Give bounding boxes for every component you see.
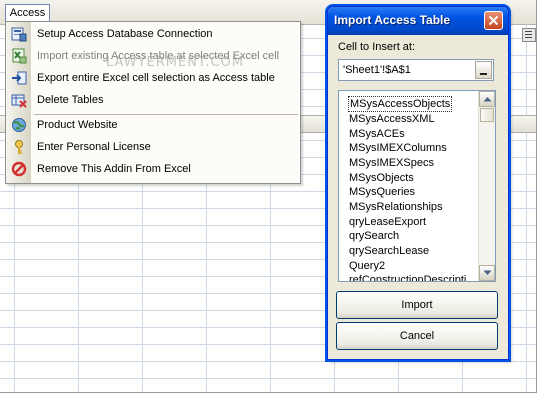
list-item[interactable]: refConstructionDescripti bbox=[349, 273, 466, 281]
list-item[interactable]: qrySearchLease bbox=[349, 244, 429, 258]
key-icon bbox=[15, 140, 23, 154]
delete-tables-icon bbox=[11, 94, 27, 108]
cell-reference-field[interactable]: 'Sheet1'!$A$1 bbox=[338, 59, 494, 81]
import-button[interactable]: Import bbox=[336, 291, 498, 319]
scroll-thumb[interactable] bbox=[480, 108, 494, 122]
scroll-up-button[interactable] bbox=[479, 91, 495, 107]
list-item[interactable]: MSysIMEXColumns bbox=[349, 141, 447, 155]
cell-picker-button[interactable] bbox=[475, 61, 492, 79]
globe-icon bbox=[12, 118, 26, 132]
menu-item-label: Delete Tables bbox=[37, 94, 104, 106]
cell-to-insert-label: Cell to Insert at: bbox=[338, 41, 416, 53]
access-menu-title[interactable]: Access bbox=[5, 4, 50, 22]
list-item[interactable]: MSysACEs bbox=[349, 127, 405, 141]
toolbar-align-icon[interactable] bbox=[522, 28, 536, 42]
list-item[interactable]: qrySearch bbox=[349, 229, 399, 243]
menu-item-label: Export entire Excel cell selection as Ac… bbox=[37, 72, 275, 84]
menu-item-setup-connection[interactable]: Setup Access Database Connection bbox=[6, 23, 300, 45]
menu-item-label: Remove This Addin From Excel bbox=[37, 163, 191, 175]
export-icon bbox=[12, 71, 27, 85]
menu-item-label: Product Website bbox=[37, 119, 118, 131]
cell-reference-value: 'Sheet1'!$A$1 bbox=[343, 64, 411, 76]
chevron-up-icon bbox=[483, 97, 492, 102]
database-connection-icon bbox=[11, 27, 27, 42]
list-item[interactable]: MSysRelationships bbox=[349, 200, 443, 214]
no-entry-icon bbox=[11, 161, 27, 177]
scroll-down-button[interactable] bbox=[479, 265, 495, 281]
list-item[interactable]: Query2 bbox=[349, 259, 385, 273]
list-item[interactable]: MSysObjects bbox=[349, 171, 414, 185]
list-item[interactable]: MSysAccessObjects bbox=[347, 96, 453, 112]
menu-item-label: Setup Access Database Connection bbox=[37, 28, 213, 40]
watermark-text: LAWYERMENT.COM bbox=[106, 55, 244, 70]
tables-listbox[interactable]: MSysAccessObjects MSysAccessXML MSysACEs… bbox=[338, 90, 496, 282]
list-item[interactable]: qryLeaseExport bbox=[349, 215, 426, 229]
cancel-button[interactable]: Cancel bbox=[336, 322, 498, 350]
import-excel-icon bbox=[12, 48, 27, 64]
list-item[interactable]: MSysQueries bbox=[349, 185, 415, 199]
dialog-title: Import Access Table bbox=[334, 13, 451, 27]
access-dropdown-menu: Setup Access Database Connection Import … bbox=[5, 21, 301, 184]
list-item[interactable]: MSysIMEXSpecs bbox=[349, 156, 434, 170]
menu-item-delete-tables[interactable]: Delete Tables bbox=[6, 89, 300, 111]
menu-item-remove-addin[interactable]: Remove This Addin From Excel bbox=[6, 158, 300, 180]
chevron-down-icon bbox=[483, 270, 492, 275]
dialog-titlebar[interactable]: Import Access Table bbox=[328, 7, 508, 35]
close-button[interactable] bbox=[484, 11, 503, 30]
menu-item-product-website[interactable]: Product Website bbox=[6, 114, 300, 136]
menu-item-label: Enter Personal License bbox=[37, 141, 151, 153]
list-item[interactable]: MSysAccessXML bbox=[349, 112, 435, 126]
import-access-table-dialog: Import Access Table Cell to Insert at: '… bbox=[327, 6, 509, 360]
menu-item-enter-license[interactable]: Enter Personal License bbox=[6, 136, 300, 158]
menu-item-export-selection[interactable]: Export entire Excel cell selection as Ac… bbox=[6, 67, 300, 89]
close-icon bbox=[488, 15, 499, 26]
listbox-scrollbar[interactable] bbox=[478, 91, 495, 281]
